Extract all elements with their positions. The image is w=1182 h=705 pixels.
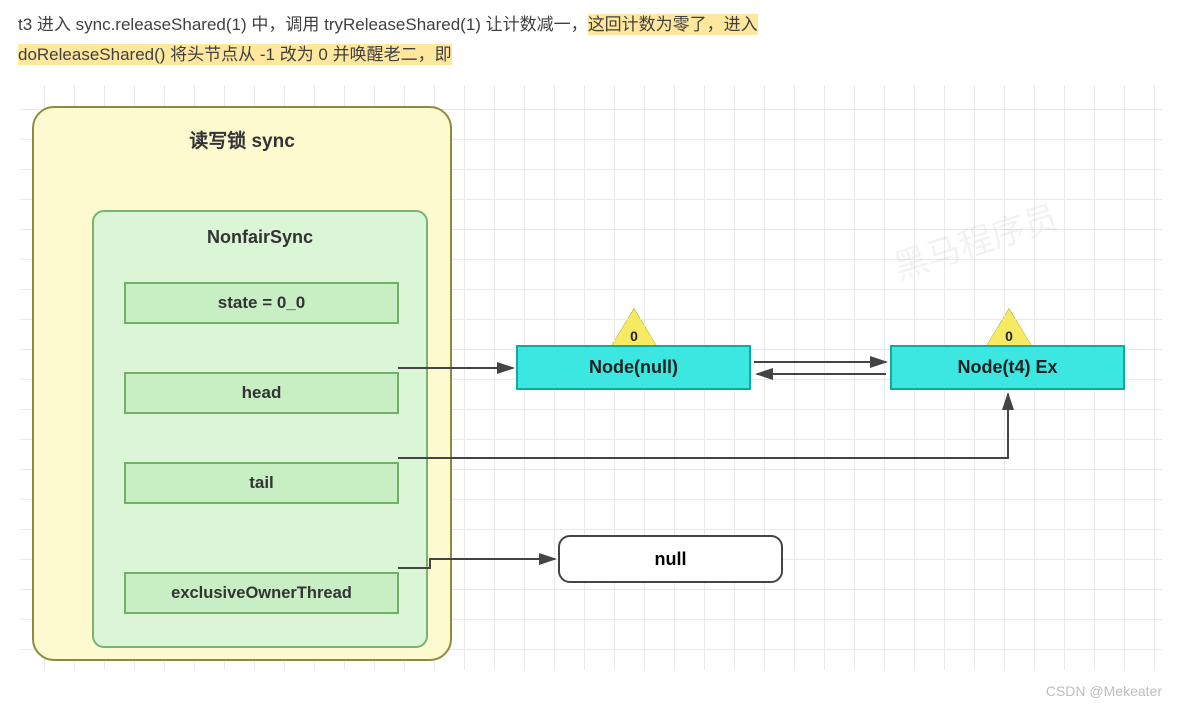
null-box: null [558,535,783,583]
node-t4-ex: Node(t4) Ex [890,345,1125,390]
exclusive-owner-thread-field: exclusiveOwnerThread [124,572,399,614]
explain-text: t3 进入 sync.releaseShared(1) 中，调用 tryRele… [18,10,1152,70]
tail-field: tail [124,462,399,504]
sync-lock-box: 读写锁 sync NonfairSync state = 0_0 head ta… [32,106,452,661]
text-prefix: t3 进入 sync.releaseShared(1) 中，调用 tryRele… [18,15,588,34]
csdn-watermark: CSDN @Mekeater [1046,683,1162,699]
sync-lock-title: 读写锁 sync [34,126,450,153]
head-field: head [124,372,399,414]
diagram: 黑马程序员 黑马程序员 读写锁 sync NonfairSync state =… [20,85,1162,670]
wait-status-value-2: 0 [999,328,1019,344]
state-field: state = 0_0 [124,282,399,324]
nonfair-sync-box: NonfairSync state = 0_0 head tail exclus… [92,210,428,648]
node-null: Node(null) [516,345,751,390]
wait-status-value-1: 0 [624,328,644,344]
text-line2: doReleaseShared() 将头节点从 -1 改为 0 并唤醒老二，即 [18,44,452,65]
nonfair-sync-title: NonfairSync [94,227,426,248]
text-highlight-1: 这回计数为零了，进入 [588,14,758,35]
